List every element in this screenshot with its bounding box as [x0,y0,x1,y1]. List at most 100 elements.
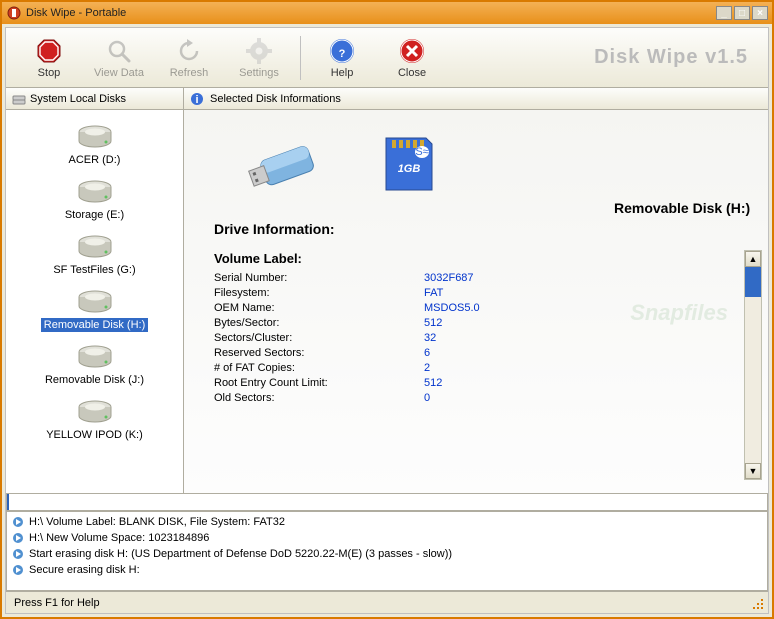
info-key: Reserved Sectors: [214,347,424,359]
disk-item[interactable]: ACER (D:) [14,118,175,173]
settings-button: Settings [224,32,294,84]
disk-item[interactable]: Removable Disk (H:) [14,283,175,338]
titlebar[interactable]: Disk Wipe - Portable _ □ × [2,2,772,24]
hdd-icon [76,234,114,260]
log-text: H:\ Volume Label: BLANK DISK, File Syste… [29,516,285,528]
scroll-down-arrow[interactable]: ▼ [745,463,761,479]
info-icon: i [190,92,204,106]
progress-bar [6,493,768,511]
view-data-label: View Data [94,67,144,79]
info-key: OEM Name: [214,302,424,314]
app-icon [6,5,22,21]
refresh-icon [175,37,203,65]
refresh-button: Refresh [154,32,224,84]
refresh-label: Refresh [170,67,209,79]
info-value: 3032F687 [424,272,474,284]
settings-label: Settings [239,67,279,79]
log-line: H:\ New Volume Space: 1023184896 [11,530,763,546]
info-key: Bytes/Sector: [214,317,424,329]
toolbar-separator [300,36,301,80]
progress-fill [7,494,9,510]
info-value: 512 [424,317,442,329]
volume-label-heading: Volume Label: [214,251,738,266]
info-value: FAT [424,287,443,299]
info-value: 512 [424,377,442,389]
help-label: Help [331,67,354,79]
info-scrollbar[interactable]: ▲ ▼ [744,250,762,480]
disks-icon [12,92,26,106]
brand-text: Disk Wipe v1.5 [594,46,760,69]
view-data-button: View Data [84,32,154,84]
info-key: Root Entry Count Limit: [214,377,424,389]
sd-card-icon: 1GB S≈ [374,130,444,203]
disk-label: Removable Disk (J:) [42,373,147,387]
disk-item[interactable]: YELLOW IPOD (K:) [14,393,175,448]
hdd-icon [76,344,114,370]
info-row: Filesystem:FAT [214,287,738,299]
info-value: 6 [424,347,430,359]
info-row: Old Sectors:0 [214,392,738,404]
hdd-icon [76,179,114,205]
close-label: Close [398,67,426,79]
info-row: Root Entry Count Limit:512 [214,377,738,389]
resize-grip-icon[interactable] [751,597,765,611]
hdd-icon [76,399,114,425]
usb-drive-icon [244,130,334,203]
info-row: Bytes/Sector:512 [214,317,738,329]
info-value: MSDOS5.0 [424,302,480,314]
close-window-button[interactable]: × [752,6,768,20]
info-value: 0 [424,392,430,404]
log-panel[interactable]: H:\ Volume Label: BLANK DISK, File Syste… [6,511,768,591]
scroll-up-arrow[interactable]: ▲ [745,251,761,267]
help-button[interactable]: ? Help [307,32,377,84]
info-row: Serial Number:3032F687 [214,272,738,284]
main-body: 1GB S≈ Removable Disk (H:) Drive Informa… [184,110,768,493]
info-value: 32 [424,332,436,344]
disk-graphics: 1GB S≈ [244,130,738,203]
info-key: Filesystem: [214,287,424,299]
disk-list[interactable]: ACER (D:) Storage (E:) SF TestFiles (G:) [6,110,183,493]
stop-label: Stop [38,67,61,79]
disk-label: Removable Disk (H:) [41,318,148,332]
disk-label: YELLOW IPOD (K:) [43,428,146,442]
main-header-text: Selected Disk Informations [210,93,341,105]
disk-label: Storage (E:) [62,208,127,222]
hdd-icon [76,124,114,150]
log-line: H:\ Volume Label: BLANK DISK, File Syste… [11,514,763,530]
log-bullet-icon [11,547,25,561]
info-key: Sectors/Cluster: [214,332,424,344]
log-text: H:\ New Volume Space: 1023184896 [29,532,209,544]
log-bullet-icon [11,563,25,577]
info-row: # of FAT Copies:2 [214,362,738,374]
info-value: 2 [424,362,430,374]
stop-button[interactable]: Stop [14,32,84,84]
info-row: OEM Name:MSDOS5.0 [214,302,738,314]
maximize-button[interactable]: □ [734,6,750,20]
selected-disk-title: Removable Disk (H:) [614,200,750,216]
log-text: Secure erasing disk H: [29,564,140,576]
info-row: Reserved Sectors:6 [214,347,738,359]
sidebar-header-text: System Local Disks [30,93,126,105]
gear-icon [245,37,273,65]
scroll-thumb[interactable] [745,267,761,297]
stop-icon [35,37,63,65]
svg-text:S≈: S≈ [415,146,428,158]
main-header: i Selected Disk Informations [184,88,768,110]
minimize-button[interactable]: _ [716,6,732,20]
app-window: Disk Wipe - Portable _ □ × Stop View Dat… [0,0,774,619]
info-row: Sectors/Cluster:32 [214,332,738,344]
status-text: Press F1 for Help [14,597,100,609]
status-bar: Press F1 for Help [6,591,768,613]
disk-item[interactable]: SF TestFiles (G:) [14,228,175,283]
log-bullet-icon [11,531,25,545]
disk-item[interactable]: Removable Disk (J:) [14,338,175,393]
info-key: Serial Number: [214,272,424,284]
magnifier-icon [105,37,133,65]
close-button[interactable]: Close [377,32,447,84]
svg-text:i: i [195,94,198,106]
toolbar: Stop View Data Refresh Settings [6,28,768,88]
drive-info-heading: Drive Information: [214,221,738,237]
help-icon: ? [328,37,356,65]
log-line: Start erasing disk H: (US Department of … [11,546,763,562]
disk-item[interactable]: Storage (E:) [14,173,175,228]
